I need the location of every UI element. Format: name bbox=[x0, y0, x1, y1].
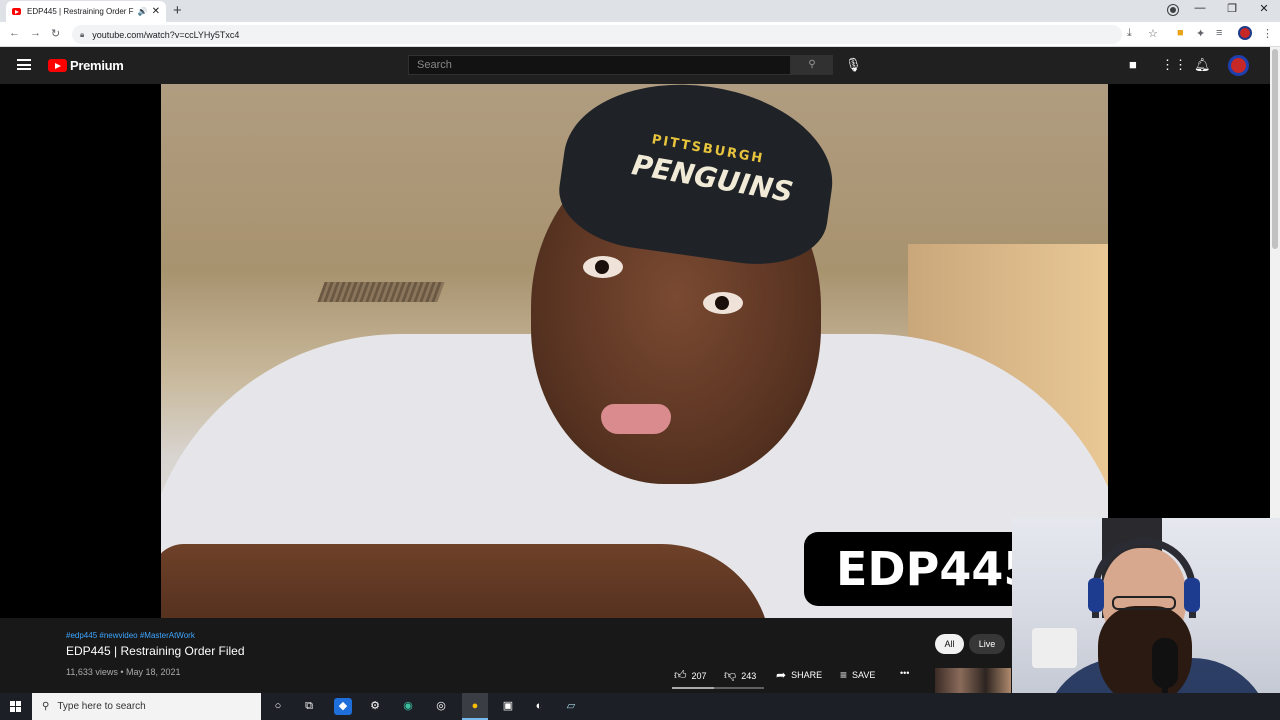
like-button[interactable]: 👍︎ 207 bbox=[674, 668, 707, 683]
lock-icon: 🔒︎ bbox=[80, 29, 85, 39]
windows-start-icon[interactable] bbox=[10, 701, 21, 712]
app-icon-shield[interactable]: ◐ bbox=[530, 698, 548, 715]
search-input[interactable]: Search bbox=[408, 55, 791, 75]
mouth bbox=[601, 404, 671, 434]
reload-icon[interactable]: ↻ bbox=[51, 27, 60, 40]
restore-button[interactable]: ❐ bbox=[1216, 2, 1248, 15]
youtube-play-icon bbox=[48, 59, 67, 72]
cortana-icon[interactable]: ○ bbox=[269, 698, 287, 715]
install-icon[interactable]: ⤓ bbox=[1127, 27, 1132, 40]
chrome-icon[interactable]: ● bbox=[466, 698, 484, 715]
search-icon: ⚲ bbox=[808, 59, 816, 70]
save-button[interactable]: ≡ SAVE bbox=[840, 668, 875, 682]
obs-icon[interactable]: ◎ bbox=[432, 698, 450, 715]
browser-tab-strip: EDP445 | Restraining Order F 🔊 ✕ + — ❐ ✕ bbox=[0, 0, 1280, 22]
puzzle-extensions-icon[interactable]: ✦ bbox=[1196, 27, 1205, 40]
chip-all[interactable]: All bbox=[935, 634, 964, 654]
headphone-cup-left bbox=[1088, 578, 1104, 612]
apps-grid-icon[interactable]: ⋮⋮ bbox=[1161, 57, 1187, 73]
discord-icon[interactable]: ▣ bbox=[499, 698, 517, 715]
taskbar-search-placeholder: Type here to search bbox=[57, 701, 146, 712]
window-controls: — ❐ ✕ bbox=[1184, 2, 1280, 15]
video-hashtags[interactable]: #edp445 #newvideo #MasterAtWork bbox=[66, 631, 195, 640]
edge-icon[interactable]: ◉ bbox=[399, 698, 417, 715]
dislike-count: 243 bbox=[741, 670, 757, 681]
video-player[interactable]: PITTSBURGH PENGUINS EDP445 bbox=[161, 84, 1108, 618]
steam-icon[interactable]: ⚙ bbox=[366, 698, 384, 715]
right-eye bbox=[703, 292, 743, 314]
back-icon[interactable]: ← bbox=[9, 27, 20, 39]
search-button[interactable]: ⚲ bbox=[791, 55, 833, 75]
address-bar-row: ← → ↻ 🔒︎ youtube.com/watch?v=ccLYHy5Txc4… bbox=[0, 22, 1280, 47]
url-text: youtube.com/watch?v=ccLYHy5Txc4 bbox=[92, 29, 240, 40]
like-ratio-bar bbox=[672, 687, 764, 689]
notifications-bell-icon[interactable]: 🔔︎ bbox=[1194, 57, 1211, 73]
share-button[interactable]: ➦ SHARE bbox=[776, 668, 822, 682]
dislike-button[interactable]: 👎︎ 243 bbox=[724, 668, 756, 683]
save-label: SAVE bbox=[852, 670, 876, 680]
app-icon-blue[interactable]: ◆ bbox=[334, 698, 352, 715]
hamburger-menu-icon[interactable] bbox=[17, 59, 31, 70]
more-horiz-icon: ••• bbox=[900, 668, 910, 678]
person-arm bbox=[161, 544, 771, 618]
tab-title: EDP445 | Restraining Order F bbox=[27, 7, 134, 16]
more-actions-button[interactable]: ••• bbox=[900, 668, 909, 678]
youtube-favicon-icon bbox=[12, 8, 21, 15]
taskbar-search-box[interactable]: ⚲ Type here to search bbox=[32, 693, 261, 720]
view-count-date: 11,633 views • May 18, 2021 bbox=[66, 667, 181, 677]
video-title: EDP445 | Restraining Order Filed bbox=[66, 644, 245, 658]
logo-text: Premium bbox=[70, 58, 124, 73]
profile-avatar[interactable] bbox=[1238, 26, 1252, 40]
ceiling-vent bbox=[317, 282, 445, 302]
microphone-icon[interactable]: 🎙︎ bbox=[845, 57, 862, 73]
share-arrow-icon: ➦ bbox=[776, 668, 787, 682]
channel-watermark: EDP445 bbox=[804, 532, 1024, 606]
scrollbar-thumb[interactable] bbox=[1272, 49, 1278, 249]
extension-icon[interactable]: ■ bbox=[1177, 27, 1184, 39]
left-eye bbox=[583, 256, 623, 278]
chip-live[interactable]: Live bbox=[969, 634, 1005, 654]
like-count: 207 bbox=[691, 670, 707, 681]
new-tab-button[interactable]: + bbox=[173, 2, 182, 19]
tab-search-icon[interactable] bbox=[1168, 5, 1178, 15]
task-view-icon[interactable]: ⧉ bbox=[300, 698, 318, 715]
browser-tab[interactable]: EDP445 | Restraining Order F 🔊 ✕ bbox=[6, 1, 166, 22]
close-window-button[interactable]: ✕ bbox=[1248, 2, 1280, 15]
create-video-icon[interactable]: ■ bbox=[1129, 57, 1137, 72]
related-video-thumbnail[interactable] bbox=[935, 668, 1011, 693]
add-to-playlist-icon: ≡ bbox=[840, 668, 848, 682]
forward-icon[interactable]: → bbox=[30, 27, 41, 39]
app-icon-notes[interactable]: ▱ bbox=[562, 698, 580, 715]
audio-playing-icon[interactable]: 🔊 bbox=[138, 7, 148, 16]
reading-list-icon[interactable]: ≡ bbox=[1216, 27, 1222, 39]
like-ratio-fill bbox=[672, 687, 715, 689]
streamer-webcam-overlay bbox=[1012, 518, 1280, 720]
youtube-header: Premium Search ⚲ 🎙︎ ■ ⋮⋮ 🔔︎ bbox=[0, 47, 1270, 84]
thumbs-down-icon: 👎︎ bbox=[724, 668, 737, 682]
account-avatar[interactable] bbox=[1228, 55, 1249, 76]
headphone-cup-right bbox=[1184, 578, 1200, 612]
close-tab-icon[interactable]: ✕ bbox=[152, 6, 160, 17]
chrome-menu-icon[interactable]: ⋮ bbox=[1262, 27, 1273, 40]
search-icon: ⚲ bbox=[42, 701, 50, 712]
windows-taskbar: ⚲ Type here to search ○ ⧉ ◆ ⚙ ◉ ◎ ● ▣ ◐ … bbox=[0, 693, 1280, 720]
thumbs-up-icon: 👍︎ bbox=[674, 668, 687, 682]
bookmark-star-icon[interactable]: ☆ bbox=[1148, 27, 1158, 40]
url-field[interactable]: 🔒︎ youtube.com/watch?v=ccLYHy5Txc4 bbox=[72, 25, 1122, 44]
webcam-background-object bbox=[1032, 628, 1077, 668]
youtube-logo[interactable]: Premium bbox=[48, 58, 124, 73]
microphone bbox=[1152, 638, 1178, 688]
share-label: SHARE bbox=[791, 670, 823, 680]
minimize-button[interactable]: — bbox=[1184, 2, 1216, 15]
